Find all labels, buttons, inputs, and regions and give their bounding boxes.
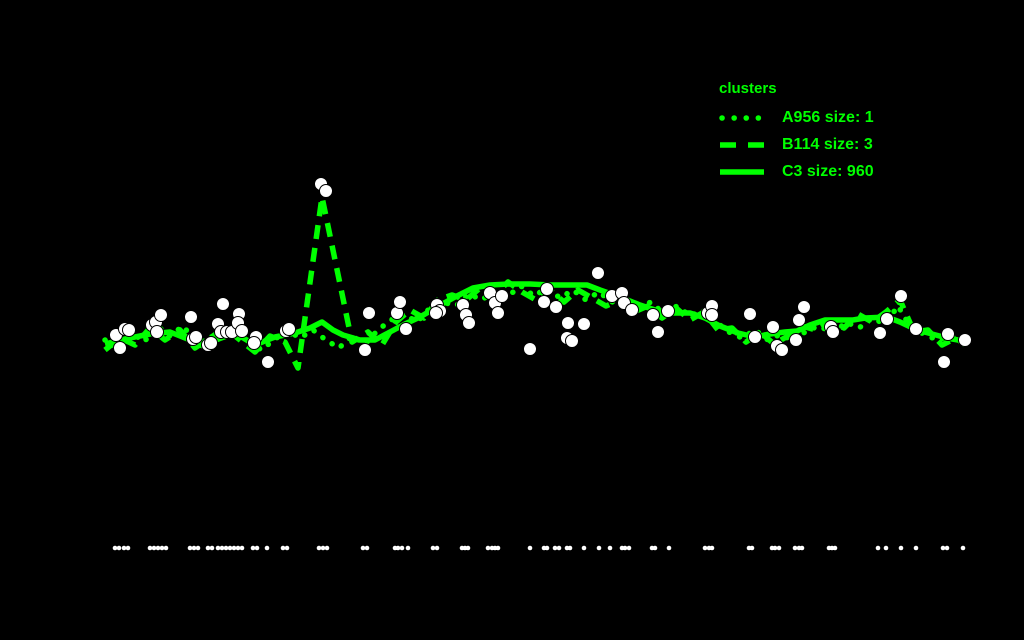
dotted-line-swatch-icon [719, 114, 765, 121]
legend-label-b114: B114 size: 3 [782, 135, 873, 153]
legend-item-b114: B114 size: 3 [717, 131, 874, 158]
legend: clusters A956 size: 1 B114 size: 3 C3 si… [717, 80, 874, 185]
dashed-line-swatch-icon [720, 141, 764, 148]
legend-item-c3: C3 size: 960 [717, 158, 874, 185]
legend-title: clusters [719, 80, 777, 97]
solid-line-swatch-icon [720, 168, 764, 175]
legend-label-a956: A956 size: 1 [782, 108, 874, 126]
legend-item-a956: A956 size: 1 [717, 104, 874, 131]
cluster-chart: clusters A956 size: 1 B114 size: 3 C3 si… [0, 0, 1024, 640]
legend-label-c3: C3 size: 960 [782, 162, 874, 180]
